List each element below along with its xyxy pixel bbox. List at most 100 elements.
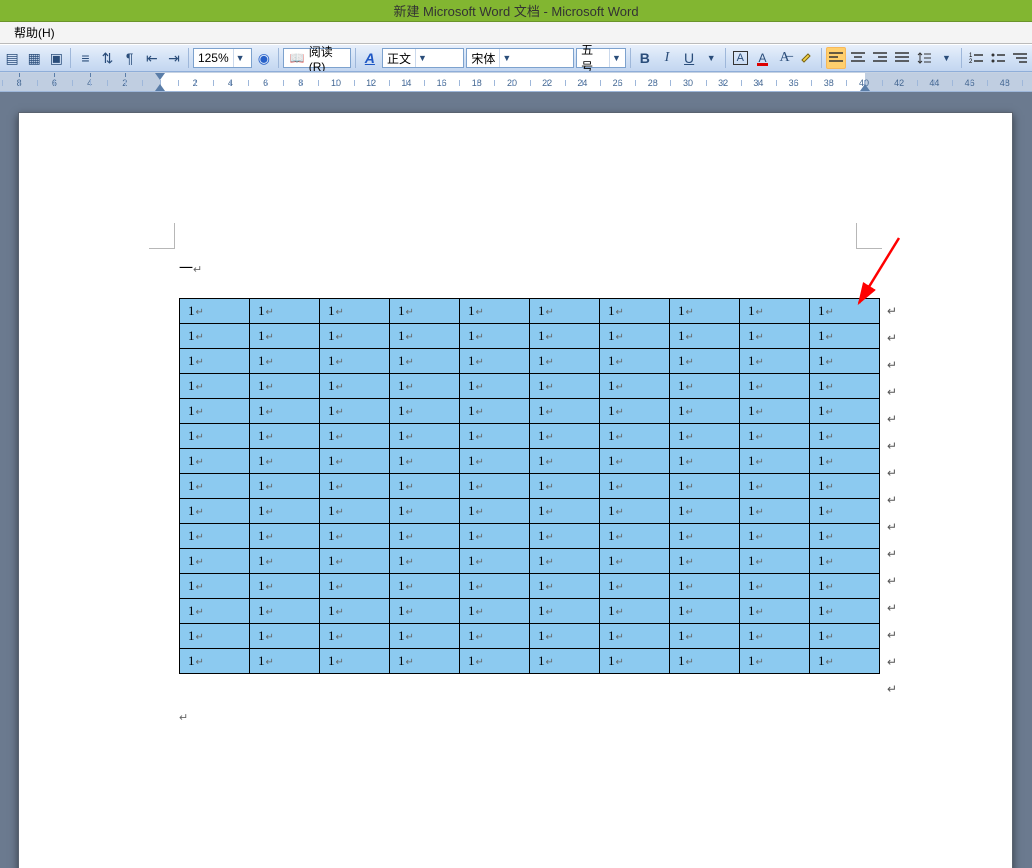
reading-mode-button[interactable]: 📖 阅读(R) [283, 48, 351, 68]
table-cell[interactable]: 1↵ [390, 299, 460, 324]
table-cell[interactable]: 1↵ [810, 324, 880, 349]
paragraph-mark-icon[interactable]: ¶ [120, 47, 140, 69]
table-cell[interactable]: 1↵ [740, 624, 810, 649]
table-cell[interactable]: 1↵ [180, 349, 250, 374]
table-cell[interactable]: 1↵ [390, 599, 460, 624]
table-cell[interactable]: 1↵ [670, 349, 740, 374]
table-cell[interactable]: 1↵ [460, 649, 530, 674]
table-cell[interactable]: 1↵ [670, 574, 740, 599]
table-cell[interactable]: 1↵ [460, 399, 530, 424]
font-color-outline-icon[interactable]: A [730, 47, 750, 69]
table-cell[interactable]: 1↵ [600, 624, 670, 649]
table-cell[interactable]: 1↵ [390, 624, 460, 649]
table-cell[interactable]: 1↵ [180, 574, 250, 599]
table-cell[interactable]: 1↵ [740, 324, 810, 349]
table-cell[interactable]: 1↵ [180, 524, 250, 549]
table-cell[interactable]: 1↵ [740, 574, 810, 599]
table-cell[interactable]: 1↵ [320, 399, 390, 424]
table-cell[interactable]: 1↵ [180, 324, 250, 349]
font-dropdown[interactable]: 宋体 ▼ [466, 48, 574, 68]
table-cell[interactable]: 1↵ [460, 574, 530, 599]
sort-icon[interactable]: ⇅ [97, 47, 117, 69]
dropdown-arrow-icon[interactable]: ▼ [701, 47, 721, 69]
table-cell[interactable]: 1↵ [180, 374, 250, 399]
table-cell[interactable]: 1↵ [180, 649, 250, 674]
table-cell[interactable]: 1↵ [530, 599, 600, 624]
table-cell[interactable]: 1↵ [390, 549, 460, 574]
line-spacing-button[interactable] [914, 47, 934, 69]
table-cell[interactable]: 1↵ [670, 474, 740, 499]
highlight-icon[interactable] [797, 47, 817, 69]
table-cell[interactable]: 1↵ [180, 424, 250, 449]
document-table[interactable]: 1↵1↵1↵1↵1↵1↵1↵1↵1↵1↵1↵1↵1↵1↵1↵1↵1↵1↵1↵1↵… [179, 298, 880, 674]
table-cell[interactable]: 1↵ [740, 649, 810, 674]
table-cell[interactable]: 1↵ [600, 599, 670, 624]
table-cell[interactable]: 1↵ [670, 549, 740, 574]
table-cell[interactable]: 1↵ [600, 524, 670, 549]
table-cell[interactable]: 1↵ [670, 399, 740, 424]
bulleted-list-button[interactable] [988, 47, 1008, 69]
table-cell[interactable]: 1↵ [530, 649, 600, 674]
table-cell[interactable]: 1↵ [670, 299, 740, 324]
table-cell[interactable]: 1↵ [740, 349, 810, 374]
table-cell[interactable]: 1↵ [180, 499, 250, 524]
table-cell[interactable]: 1↵ [460, 524, 530, 549]
table-cell[interactable]: 1↵ [320, 474, 390, 499]
table-cell[interactable]: 1↵ [320, 324, 390, 349]
table-cell[interactable]: 1↵ [810, 349, 880, 374]
table-icon[interactable]: ▦ [24, 47, 44, 69]
table-cell[interactable]: 1↵ [180, 449, 250, 474]
table-cell[interactable]: 1↵ [600, 649, 670, 674]
work-area[interactable]: 一↵ 1↵1↵1↵1↵1↵1↵1↵1↵1↵1↵1↵1↵1↵1↵1↵1↵1↵1↵1… [0, 92, 1032, 868]
table-cell[interactable]: 1↵ [530, 549, 600, 574]
char-scale-icon[interactable]: A̶ [775, 47, 795, 69]
table-cell[interactable]: 1↵ [460, 349, 530, 374]
table-cell[interactable]: 1↵ [180, 399, 250, 424]
table-cell[interactable]: 1↵ [390, 649, 460, 674]
table-cell[interactable]: 1↵ [320, 299, 390, 324]
align-distribute-icon[interactable]: ≡ [75, 47, 95, 69]
table-cell[interactable]: 1↵ [460, 549, 530, 574]
table-cell[interactable]: 1↵ [250, 424, 320, 449]
table-cell[interactable]: 1↵ [530, 624, 600, 649]
table-cell[interactable]: 1↵ [530, 324, 600, 349]
table-cell[interactable]: 1↵ [670, 599, 740, 624]
table-cell[interactable]: 1↵ [740, 549, 810, 574]
insert-icon[interactable]: ▣ [46, 47, 66, 69]
table-cell[interactable]: 1↵ [530, 574, 600, 599]
table-cell[interactable]: 1↵ [810, 374, 880, 399]
table-cell[interactable]: 1↵ [530, 524, 600, 549]
underline-button[interactable]: U [679, 47, 699, 69]
table-cell[interactable]: 1↵ [460, 424, 530, 449]
table-cell[interactable]: 1↵ [320, 599, 390, 624]
table-cell[interactable]: 1↵ [600, 424, 670, 449]
table-cell[interactable]: 1↵ [600, 449, 670, 474]
table-cell[interactable]: 1↵ [530, 499, 600, 524]
table-cell[interactable]: 1↵ [670, 649, 740, 674]
table-cell[interactable]: 1↵ [460, 624, 530, 649]
table-cell[interactable]: 1↵ [810, 549, 880, 574]
help-icon[interactable]: ◉ [254, 47, 274, 69]
table-cell[interactable]: 1↵ [810, 649, 880, 674]
horizontal-ruler[interactable]: 8642246810121416182022242628303234363840… [0, 72, 1032, 92]
table-cell[interactable]: 1↵ [600, 549, 670, 574]
style-dropdown[interactable]: 正文 ▼ [382, 48, 464, 68]
table-cell[interactable]: 1↵ [460, 449, 530, 474]
table-cell[interactable]: 1↵ [810, 499, 880, 524]
columns-icon[interactable]: ▤ [2, 47, 22, 69]
table-cell[interactable]: 1↵ [390, 399, 460, 424]
table-cell[interactable]: 1↵ [250, 649, 320, 674]
table-cell[interactable]: 1↵ [740, 374, 810, 399]
table-cell[interactable]: 1↵ [250, 499, 320, 524]
table-cell[interactable]: 1↵ [390, 424, 460, 449]
table-cell[interactable]: 1↵ [320, 624, 390, 649]
table-cell[interactable]: 1↵ [250, 524, 320, 549]
table-cell[interactable]: 1↵ [810, 299, 880, 324]
table-cell[interactable]: 1↵ [670, 624, 740, 649]
table-cell[interactable]: 1↵ [740, 449, 810, 474]
table-cell[interactable]: 1↵ [250, 324, 320, 349]
table-cell[interactable]: 1↵ [180, 624, 250, 649]
table-cell[interactable]: 1↵ [670, 524, 740, 549]
align-center-button[interactable] [848, 47, 868, 69]
table-cell[interactable]: 1↵ [390, 474, 460, 499]
